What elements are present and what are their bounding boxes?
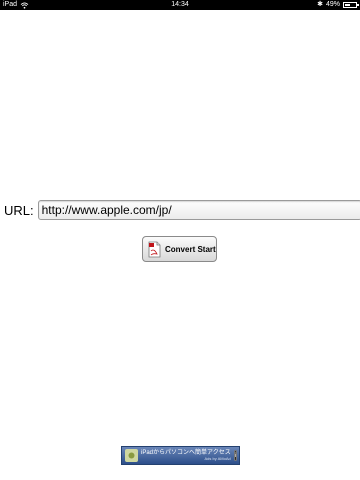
convert-start-label: Convert Start (165, 244, 216, 254)
battery-icon (343, 2, 359, 8)
ad-app-icon (125, 449, 138, 462)
status-bar: iPad 14:34 ✱ 49% (0, 0, 360, 10)
convert-start-button[interactable]: Convert Start (142, 236, 217, 262)
bluetooth-icon: ✱ (317, 1, 323, 8)
pdf-document-icon (148, 241, 161, 257)
ad-attribution: Ads by AMoAd (204, 456, 231, 461)
status-right: ✱ 49% (317, 0, 359, 10)
url-label: URL: (4, 202, 34, 218)
battery-percent: 49% (325, 1, 340, 8)
url-input[interactable] (37, 200, 360, 220)
ad-text-block: iPadからパソコンへ簡単アクセス Ads by AMoAd (141, 450, 231, 461)
info-icon[interactable]: i (233, 450, 238, 461)
url-row: URL: (4, 200, 360, 220)
status-time: 14:34 (171, 1, 189, 8)
ad-banner[interactable]: iPadからパソコンへ簡単アクセス Ads by AMoAd i (121, 446, 240, 465)
